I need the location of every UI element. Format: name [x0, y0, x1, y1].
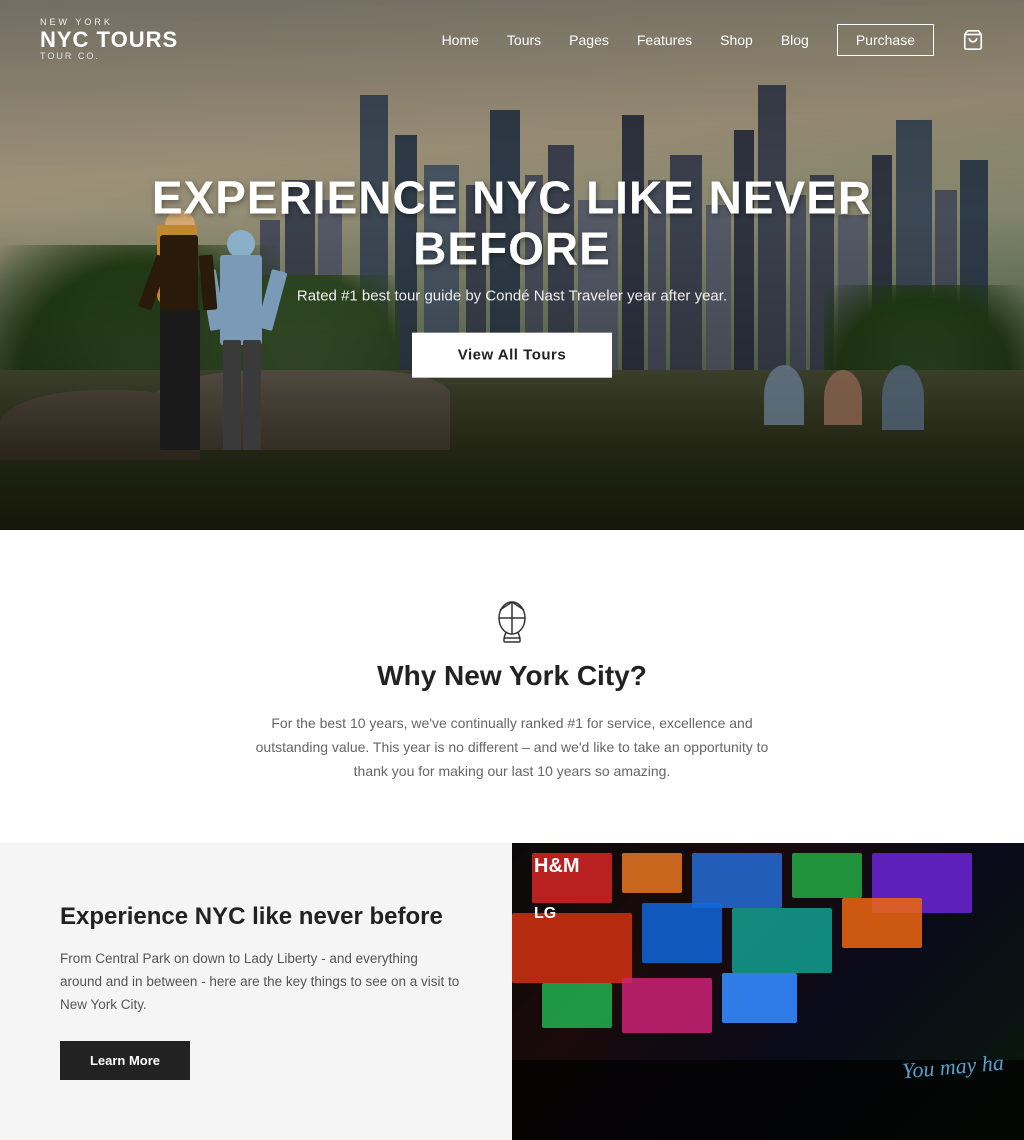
hero-title: EXPERIENCE NYC LIKE NEVER BEFORE [112, 173, 912, 274]
nav-home[interactable]: Home [442, 32, 479, 48]
nav-pages[interactable]: Pages [569, 32, 609, 48]
logo-main: NYC TOURS [40, 28, 178, 52]
navbar: NEW YORK NYC TOURS TOUR CO. Home Tours P… [0, 0, 1024, 80]
hero-section: NEW YORK NYC TOURS TOUR CO. Home Tours P… [0, 0, 1024, 530]
nav-blog[interactable]: Blog [781, 32, 809, 48]
why-title: Why New York City? [40, 660, 984, 692]
logo-sub: TOUR CO. [40, 52, 178, 62]
hot-air-balloon-icon [490, 600, 534, 644]
experience-section: Experience NYC like never before From Ce… [0, 843, 1024, 1140]
experience-text: From Central Park on down to Lady Libert… [60, 948, 462, 1017]
view-all-tours-button[interactable]: View All Tours [412, 333, 612, 378]
learn-more-button[interactable]: Learn More [60, 1041, 190, 1080]
nav-tours[interactable]: Tours [507, 32, 541, 48]
hero-content: EXPERIENCE NYC LIKE NEVER BEFORE Rated #… [112, 173, 912, 378]
experience-right: H&M LG You may ha [512, 843, 1024, 1140]
why-text: For the best 10 years, we've continually… [252, 712, 772, 783]
logo[interactable]: NEW YORK NYC TOURS TOUR CO. [40, 18, 178, 62]
experience-title: Experience NYC like never before [60, 903, 462, 932]
hero-subtitle: Rated #1 best tour guide by Condé Nast T… [112, 288, 912, 305]
logo-top: NEW YORK [40, 18, 178, 28]
nav-shop[interactable]: Shop [720, 32, 753, 48]
nav-features[interactable]: Features [637, 32, 692, 48]
nav-links: Home Tours Pages Features Shop Blog Purc… [442, 24, 984, 56]
experience-left: Experience NYC like never before From Ce… [0, 843, 512, 1140]
cart-icon[interactable] [962, 29, 984, 51]
why-section: Why New York City? For the best 10 years… [0, 530, 1024, 843]
purchase-button[interactable]: Purchase [837, 24, 934, 56]
